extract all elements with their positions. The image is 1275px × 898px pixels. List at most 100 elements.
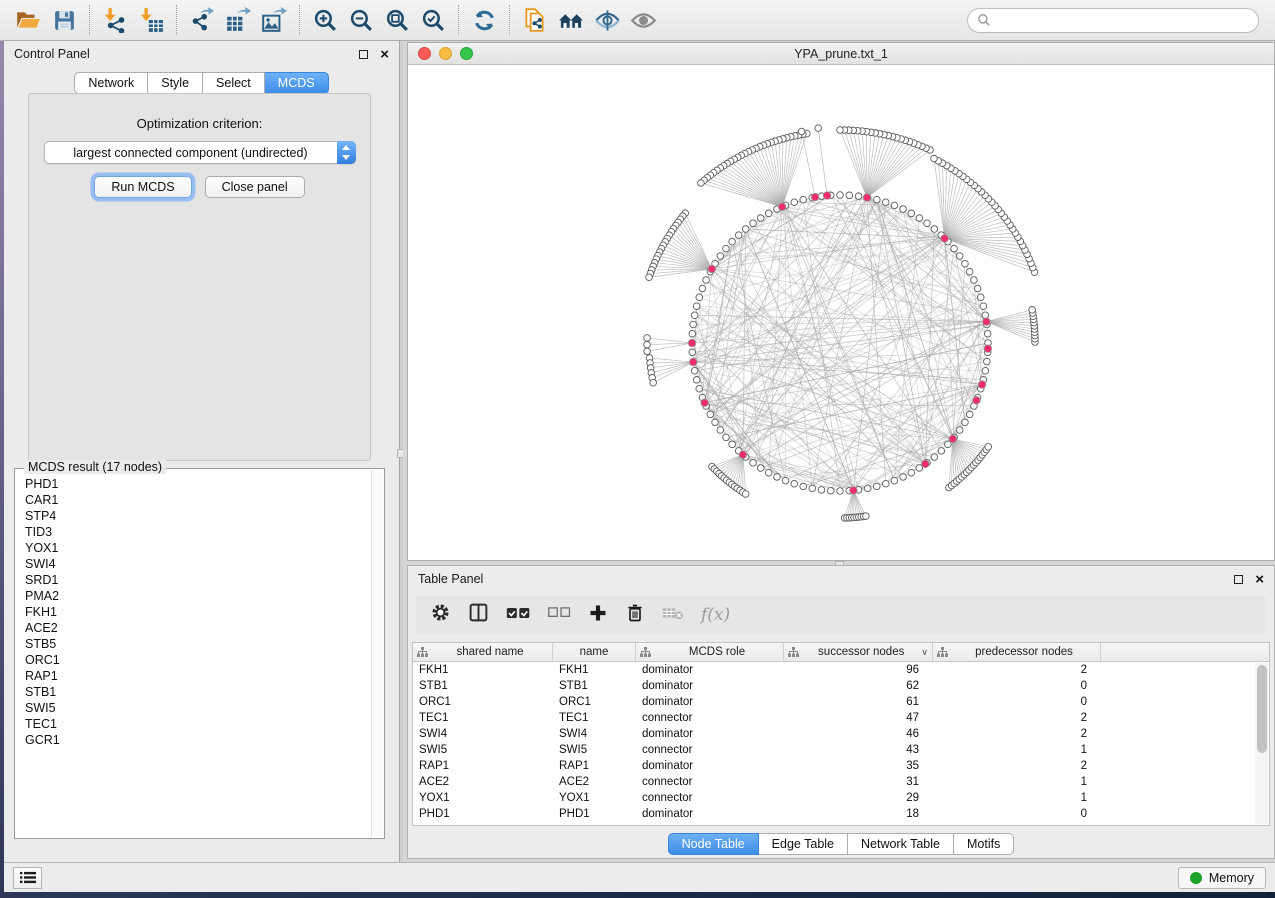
mcds-result-item[interactable]: STP4 xyxy=(17,508,371,524)
column-visibility-button[interactable] xyxy=(468,602,489,628)
tab-select[interactable]: Select xyxy=(203,72,265,94)
tab-motifs[interactable]: Motifs xyxy=(954,833,1014,855)
mcds-result-item[interactable]: ACE2 xyxy=(17,620,371,636)
column-header-successor-nodes[interactable]: successor nodes∨ xyxy=(784,643,933,661)
mcds-result-item[interactable]: CAR1 xyxy=(17,492,371,508)
zoom-fit-button[interactable] xyxy=(379,3,415,37)
main-toolbar xyxy=(0,0,1275,41)
run-mcds-button[interactable]: Run MCDS xyxy=(94,176,191,198)
search-field[interactable] xyxy=(967,8,1259,33)
table-panel-title: Table Panel xyxy=(418,572,483,586)
close-panel-icon[interactable]: × xyxy=(380,50,389,59)
network-canvas[interactable] xyxy=(408,65,1274,560)
export-image-button[interactable] xyxy=(256,3,292,37)
export-table-button[interactable] xyxy=(220,3,256,37)
table-vscrollbar-thumb[interactable] xyxy=(1257,665,1267,753)
mcds-result-item[interactable]: PMA2 xyxy=(17,588,371,604)
table-row[interactable]: RAP1RAP1dominator352 xyxy=(413,758,1269,774)
export-network-button[interactable] xyxy=(184,3,220,37)
float-panel-icon[interactable] xyxy=(359,50,368,59)
close-panel-button[interactable]: Close panel xyxy=(205,176,305,198)
float-panel-icon[interactable] xyxy=(1234,575,1243,584)
network-window: YPA_prune.txt_1 xyxy=(407,42,1275,561)
tab-network[interactable]: Network xyxy=(74,72,148,94)
network-graph[interactable] xyxy=(408,65,1274,560)
list-icon xyxy=(20,871,36,884)
hide-button[interactable] xyxy=(625,3,661,37)
mcds-list-scrollbar[interactable] xyxy=(371,470,383,837)
open-session-button[interactable] xyxy=(10,3,46,37)
mcds-result-item[interactable]: TEC1 xyxy=(17,716,371,732)
table-row[interactable]: SWI4SWI4dominator462 xyxy=(413,726,1269,742)
zoom-selected-button[interactable] xyxy=(415,3,451,37)
export-network-icon xyxy=(189,7,215,33)
search-input[interactable] xyxy=(997,13,1249,27)
table-cell: 47 xyxy=(784,710,933,726)
column-header-MCDS-role[interactable]: MCDS role xyxy=(636,643,784,661)
add-column-button[interactable] xyxy=(588,603,608,628)
zoom-in-button[interactable] xyxy=(307,3,343,37)
table-vscrollbar[interactable] xyxy=(1255,663,1268,824)
table-row[interactable]: YOX1YOX1connector291 xyxy=(413,790,1269,806)
mcds-result-item[interactable]: ORC1 xyxy=(17,652,371,668)
table-row[interactable]: FKH1FKH1dominator962 xyxy=(413,662,1269,678)
table-row[interactable]: PHD1PHD1dominator180 xyxy=(413,806,1269,822)
show-all-networks-button[interactable] xyxy=(553,3,589,37)
import-table-icon xyxy=(138,7,164,33)
delete-column-button[interactable] xyxy=(625,603,645,628)
table-settings-button[interactable] xyxy=(430,602,451,628)
tab-mcds[interactable]: MCDS xyxy=(265,72,329,94)
optimization-criterion-select[interactable]: largest connected component (undirected) xyxy=(44,141,356,164)
zoom-selected-icon xyxy=(421,8,446,33)
function-builder-button[interactable]: f(x) xyxy=(701,605,730,625)
mcds-result-item[interactable]: GCR1 xyxy=(17,732,371,748)
table-cell: STB1 xyxy=(413,678,553,694)
column-header-name[interactable]: name xyxy=(553,643,636,661)
table-toolbar: f(x) xyxy=(416,596,1266,634)
duplicate-network-button[interactable] xyxy=(517,3,553,37)
import-table-button[interactable] xyxy=(133,3,169,37)
memory-button[interactable]: Memory xyxy=(1178,867,1266,889)
table-row[interactable]: ACE2ACE2connector311 xyxy=(413,774,1269,790)
deselect-all-button[interactable] xyxy=(548,605,571,625)
trash-icon xyxy=(625,603,645,623)
table-cell: FKH1 xyxy=(553,662,636,678)
mcds-result-item[interactable]: FKH1 xyxy=(17,604,371,620)
mcds-tab-content: Optimization criterion: largest connecte… xyxy=(28,93,371,461)
tab-edge-table[interactable]: Edge Table xyxy=(759,833,848,855)
table-row[interactable]: SWI5SWI5connector431 xyxy=(413,742,1269,758)
column-header-shared-name[interactable]: shared name xyxy=(413,643,553,661)
mcds-result-item[interactable]: STB1 xyxy=(17,684,371,700)
table-cell: ORC1 xyxy=(553,694,636,710)
table-cell: TEC1 xyxy=(553,710,636,726)
node-table: shared namenameMCDS rolesuccessor nodes∨… xyxy=(412,642,1270,826)
mcds-result-item[interactable]: TID3 xyxy=(17,524,371,540)
mcds-result-item[interactable]: SWI5 xyxy=(17,700,371,716)
refresh-button[interactable] xyxy=(466,3,502,37)
vizmapper-button[interactable] xyxy=(589,3,625,37)
table-row[interactable]: ORC1ORC1dominator610 xyxy=(413,694,1269,710)
toolbar-separator xyxy=(176,5,177,35)
mcds-result-item[interactable]: SWI4 xyxy=(17,556,371,572)
column-header-predecessor-nodes[interactable]: predecessor nodes xyxy=(933,643,1101,661)
import-network-button[interactable] xyxy=(97,3,133,37)
tab-node-table[interactable]: Node Table xyxy=(668,833,759,855)
mcds-result-item[interactable]: STB5 xyxy=(17,636,371,652)
save-session-button[interactable] xyxy=(46,3,82,37)
tab-network-table[interactable]: Network Table xyxy=(848,833,954,855)
mcds-result-list[interactable]: PHD1CAR1STP4TID3YOX1SWI4SRD1PMA2FKH1ACE2… xyxy=(17,476,371,836)
mcds-result-item[interactable]: PHD1 xyxy=(17,476,371,492)
mcds-result-item[interactable]: RAP1 xyxy=(17,668,371,684)
task-history-button[interactable] xyxy=(13,867,42,889)
delete-table-button[interactable] xyxy=(662,605,684,626)
close-panel-icon[interactable]: × xyxy=(1255,575,1264,584)
table-row[interactable]: STB1STB1dominator620 xyxy=(413,678,1269,694)
tab-style[interactable]: Style xyxy=(148,72,203,94)
select-all-button[interactable] xyxy=(506,605,531,626)
zoom-in-icon xyxy=(313,8,338,33)
zoom-out-button[interactable] xyxy=(343,3,379,37)
save-floppy-icon xyxy=(52,8,77,33)
mcds-result-item[interactable]: SRD1 xyxy=(17,572,371,588)
table-row[interactable]: TEC1TEC1connector472 xyxy=(413,710,1269,726)
mcds-result-item[interactable]: YOX1 xyxy=(17,540,371,556)
